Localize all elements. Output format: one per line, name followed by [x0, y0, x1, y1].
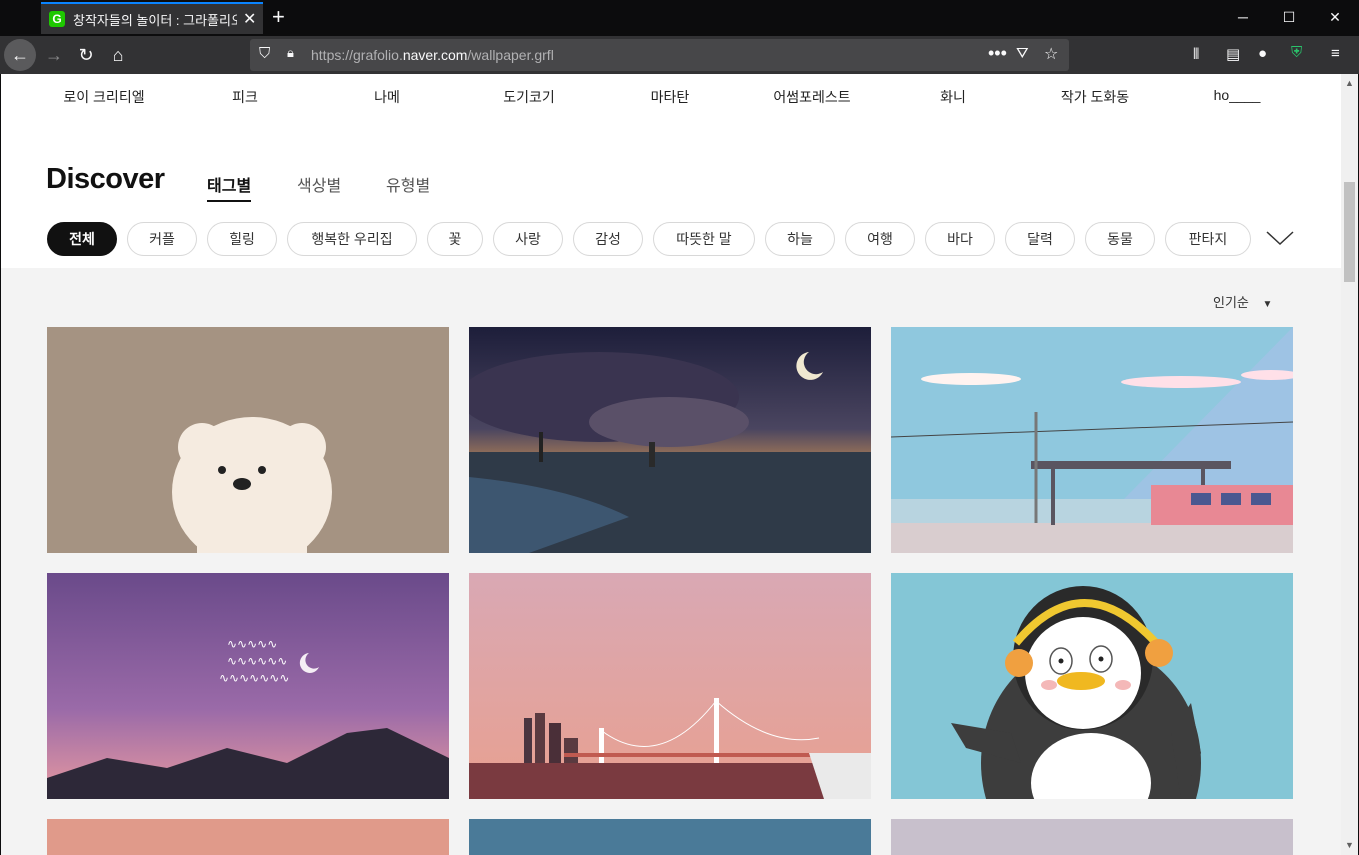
scroll-up-arrow-icon[interactable]: ▲ [1345, 78, 1354, 88]
wallpaper-bridge[interactable] [469, 573, 871, 799]
reload-icon[interactable]: ↻ [70, 39, 102, 71]
artist-item[interactable]: 화니 [883, 87, 1023, 107]
tab-title: 창작자들의 놀이터 : 그라폴리오 [73, 12, 237, 28]
sort-dropdown[interactable]: 인기순 ▼ [1213, 292, 1272, 311]
browser-tab-bar: G 창작자들의 놀이터 : 그라폴리오 ✕ + ─ ☐ ✕ [0, 0, 1359, 36]
artist-item[interactable]: 작가 도화동 [1025, 87, 1165, 107]
tab-by-tag[interactable]: 태그별 [207, 172, 252, 202]
wallpaper-penguin[interactable] [891, 573, 1293, 799]
artist-item[interactable]: 마타탄 [600, 87, 740, 107]
svg-text:∿∿∿∿∿∿: ∿∿∿∿∿∿ [227, 654, 287, 668]
tag-chip[interactable]: 행복한 우리집 [287, 222, 417, 256]
svg-text:∿∿∿∿∿∿∿: ∿∿∿∿∿∿∿ [219, 671, 289, 685]
menu-icon[interactable]: ≡ [1331, 45, 1340, 62]
wallpaper-night-city[interactable] [469, 327, 871, 553]
wallpaper-lavender[interactable] [891, 819, 1293, 855]
page-actions-icon[interactable]: ••• [988, 43, 1007, 64]
expand-tags-chevron-down-icon[interactable] [1265, 230, 1295, 246]
train-station-illustration [891, 327, 1293, 553]
artist-item[interactable]: 피크 [175, 87, 315, 107]
bridge-illustration [469, 573, 871, 799]
new-tab-icon[interactable]: + [272, 6, 285, 28]
minimize-icon[interactable]: ─ [1220, 0, 1266, 34]
penguin-illustration [951, 586, 1201, 799]
extension-shield-icon[interactable]: ⛨ [1291, 44, 1302, 61]
scrollbar-thumb[interactable] [1344, 182, 1355, 282]
bookmark-star-icon[interactable]: ☆ [1044, 44, 1058, 64]
svg-text:∿∿∿∿∿: ∿∿∿∿∿ [227, 637, 277, 651]
tag-chip[interactable]: 동물 [1085, 222, 1155, 256]
tab-by-color[interactable]: 색상별 [297, 172, 341, 196]
artist-item[interactable]: 로이 크리티엘 [34, 87, 174, 107]
grafolio-favicon-icon: G [49, 11, 65, 27]
url-text[interactable]: https://grafolio.naver.com/wallpaper.grf… [311, 47, 554, 63]
tag-chip[interactable]: 힐링 [207, 222, 277, 256]
polar-bear-illustration [172, 417, 332, 553]
maximize-icon[interactable]: ☐ [1266, 0, 1312, 34]
pocket-icon[interactable]: ⛛ [1016, 45, 1029, 62]
forward-icon[interactable]: → [38, 39, 70, 71]
artist-item[interactable]: ho____ [1167, 87, 1307, 103]
wallpaper-peach[interactable] [47, 819, 449, 855]
artist-item[interactable]: 나메 [317, 87, 457, 107]
tab-by-type[interactable]: 유형별 [386, 172, 430, 196]
home-icon[interactable]: ⌂ [102, 39, 134, 71]
lock-icon[interactable]: 🔒︎ [287, 45, 294, 61]
discover-title: Discover [46, 163, 165, 195]
wallpaper-train-station[interactable] [891, 327, 1293, 553]
tag-chip[interactable]: 하늘 [765, 222, 835, 256]
night-city-illustration [469, 327, 871, 553]
tag-chip[interactable]: 달력 [1005, 222, 1075, 256]
wallpaper-polar-bear[interactable] [47, 327, 449, 553]
tag-chip[interactable]: 꽃 [427, 222, 483, 256]
address-bar[interactable]: ⛉ 🔒︎ https://grafolio.naver.com/wallpape… [250, 39, 1069, 71]
tag-chip[interactable]: 여행 [845, 222, 915, 256]
tag-chip-all[interactable]: 전체 [47, 222, 117, 256]
artist-item[interactable]: 어썸포레스트 [742, 87, 882, 107]
back-icon[interactable]: ← [4, 39, 36, 71]
library-icon[interactable]: ⫴ [1193, 46, 1199, 63]
browser-nav-bar: ← → ↻ ⌂ ⛉ 🔒︎ https://grafolio.naver.com/… [0, 36, 1359, 74]
page-content: 로이 크리티엘 피크 나메 도기코기 마타탄 어썸포레스트 화니 작가 도화동 … [1, 74, 1341, 855]
shield-icon[interactable]: ⛉ [259, 45, 270, 62]
tag-chip[interactable]: 커플 [127, 222, 197, 256]
tag-chip[interactable]: 사랑 [493, 222, 563, 256]
purple-mountain-illustration: ∿∿∿∿∿ ∿∿∿∿∿∿ ∿∿∿∿∿∿∿ [47, 573, 449, 799]
artist-item[interactable]: 도기코기 [459, 87, 599, 107]
wallpaper-gallery: 인기순 ▼ ∿∿∿∿∿ ∿∿∿∿∿∿ ∿∿∿∿∿∿∿ [1, 268, 1341, 855]
tag-chip[interactable]: 따뜻한 말 [653, 222, 755, 256]
wallpaper-blue-dusk[interactable] [469, 819, 871, 855]
wallpaper-purple-mountains[interactable]: ∿∿∿∿∿ ∿∿∿∿∿∿ ∿∿∿∿∿∿∿ [47, 573, 449, 799]
artist-row: 로이 크리티엘 피크 나메 도기코기 마타탄 어썸포레스트 화니 작가 도화동 … [1, 74, 1341, 114]
account-icon[interactable]: ● [1258, 45, 1267, 62]
tag-chip[interactable]: 판타지 [1165, 222, 1251, 256]
sort-caret-down-icon: ▼ [1262, 299, 1273, 310]
sidebar-icon[interactable]: ▤ [1226, 45, 1240, 63]
browser-tab[interactable]: G 창작자들의 놀이터 : 그라폴리오 ✕ [41, 2, 263, 34]
page-scrollbar[interactable]: ▲ ▼ [1341, 74, 1358, 855]
close-tab-icon[interactable]: ✕ [243, 9, 256, 29]
window-close-icon[interactable]: ✕ [1312, 0, 1358, 34]
scroll-down-arrow-icon[interactable]: ▼ [1345, 840, 1354, 850]
tag-chip[interactable]: 바다 [925, 222, 995, 256]
tag-chip[interactable]: 감성 [573, 222, 643, 256]
